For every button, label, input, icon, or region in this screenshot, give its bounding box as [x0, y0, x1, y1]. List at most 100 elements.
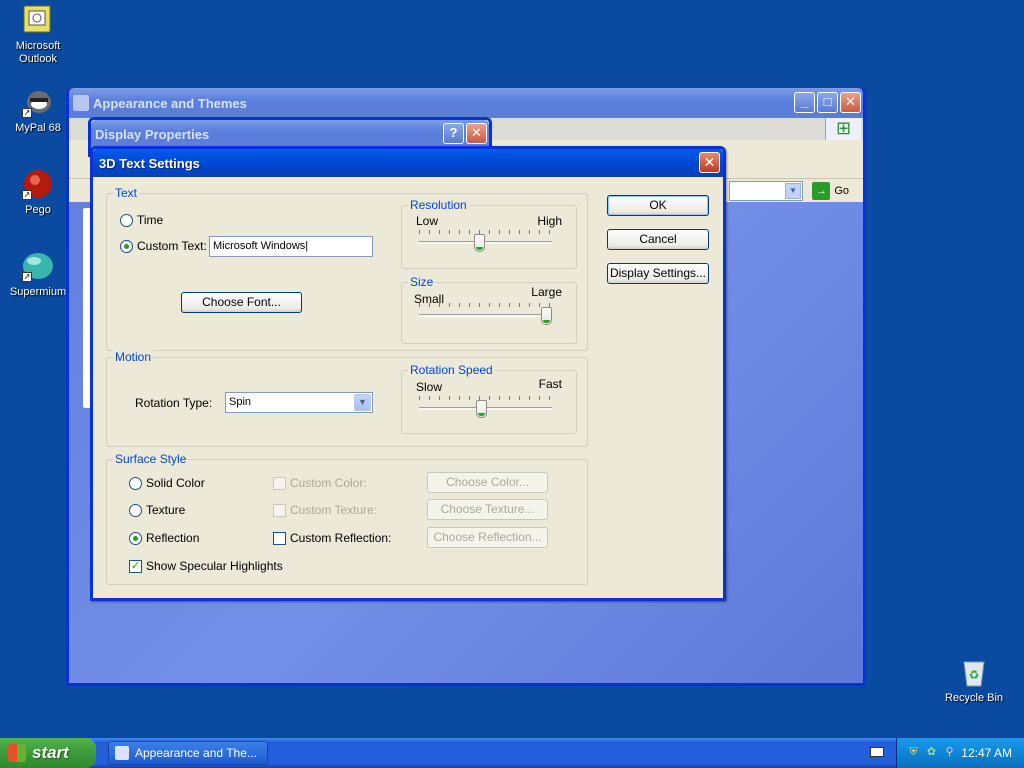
dialog-title: 3D Text Settings [99, 156, 200, 171]
motion-group-label: Motion [113, 350, 154, 364]
custom-text-value: Microsoft Windows [213, 240, 306, 252]
mypal-icon: ↗ [22, 86, 54, 118]
shortcut-arrow-icon: ↗ [22, 190, 32, 200]
choose-font-button[interactable]: Choose Font... [181, 292, 302, 313]
slider-ticks [419, 303, 552, 307]
supermium-icon: ↗ [22, 250, 54, 282]
start-button[interactable]: start [0, 738, 96, 768]
close-button[interactable]: ✕ [840, 92, 861, 113]
resolution-slider[interactable] [419, 230, 552, 254]
size-label: Size [408, 275, 436, 289]
radio-circle[interactable] [120, 239, 133, 253]
choose-texture-button[interactable]: Choose Texture... [427, 499, 548, 520]
resolution-group: Resolution Low High [401, 198, 577, 269]
taskbar: start Appearance and The... ⛨ ✿ ⚲ 12:47 … [0, 738, 1024, 768]
radio-circle[interactable] [129, 476, 142, 490]
dialog-titlebar[interactable]: 3D Text Settings ✕ [93, 149, 723, 177]
desktop-icon-recycle-bin[interactable]: ♻ Recycle Bin [936, 656, 1012, 705]
custom-text-input[interactable]: Microsoft Windows| [209, 236, 373, 257]
checkbox-box[interactable] [273, 476, 286, 490]
radio-circle[interactable] [129, 503, 142, 517]
custom-texture-label: Custom Texture: [290, 503, 378, 517]
checkbox-box[interactable] [273, 531, 286, 545]
slider-thumb[interactable] [476, 400, 487, 418]
resolution-max-label: High [537, 214, 562, 228]
time-radio[interactable]: Time [120, 213, 163, 227]
3d-text-settings-dialog[interactable]: 3D Text Settings ✕ Text Time Custom Text… [90, 146, 726, 601]
pego-icon: ↗ [22, 168, 54, 200]
custom-color-label: Custom Color: [290, 476, 367, 490]
windows-logo-icon [8, 744, 26, 762]
rotation-type-select[interactable]: Spin ▼ [225, 392, 373, 413]
choose-reflection-button[interactable]: Choose Reflection... [427, 527, 548, 548]
taskbar-item-label: Appearance and The... [135, 746, 257, 760]
resolution-label: Resolution [408, 198, 469, 212]
radio-circle[interactable] [120, 213, 133, 227]
taskbar-item-appearance-themes[interactable]: Appearance and The... [108, 741, 268, 765]
reflection-radio[interactable]: Reflection [129, 531, 199, 545]
desktop-icon-outlook[interactable]: Microsoft Outlook [0, 4, 76, 66]
go-arrow-icon: → [812, 182, 831, 200]
search-icon[interactable]: ⚲ [943, 746, 956, 759]
display-settings-button[interactable]: Display Settings... [607, 263, 709, 284]
speed-min-label: Slow [416, 380, 443, 394]
window-titlebar[interactable]: Display Properties ? ✕ [91, 120, 489, 148]
svg-text:♻: ♻ [969, 668, 980, 682]
desktop-icon-label: Supermium [9, 286, 67, 298]
show-specular-checkbox[interactable]: ✓ Show Specular Highlights [129, 559, 283, 573]
size-max-label: Large [531, 285, 562, 299]
rotation-speed-slider[interactable] [419, 396, 552, 420]
custom-reflection-checkbox[interactable]: Custom Reflection: [273, 531, 391, 545]
slider-thumb[interactable] [541, 307, 552, 325]
shortcut-arrow-icon: ↗ [22, 272, 32, 282]
radio-circle[interactable] [129, 531, 142, 545]
custom-reflection-label: Custom Reflection: [290, 531, 392, 545]
texture-label: Texture [146, 503, 186, 517]
size-slider[interactable] [419, 303, 552, 327]
checkbox-box[interactable]: ✓ [129, 559, 142, 573]
desktop-icon-label: Microsoft Outlook [15, 40, 61, 65]
windows-logo-icon: ⊞ [825, 118, 861, 140]
solid-color-label: Solid Color [146, 476, 205, 490]
desktop-icon-mypal[interactable]: ↗ MyPal 68 [0, 86, 76, 135]
window-title: Display Properties [95, 127, 210, 142]
rotation-type-label: Rotation Type: [135, 396, 213, 410]
desktop-icon-pego[interactable]: ↗ Pego [0, 168, 76, 217]
clock: 12:47 AM [961, 746, 1012, 760]
custom-text-radio[interactable]: Custom Text: [120, 239, 207, 253]
texture-radio[interactable]: Texture [129, 503, 185, 517]
resolution-min-label: Low [416, 214, 439, 228]
cancel-button[interactable]: Cancel [607, 229, 709, 250]
minimize-button[interactable]: _ [794, 92, 815, 113]
slider-ticks [419, 230, 552, 234]
checkbox-box[interactable] [273, 503, 286, 517]
go-button[interactable]: → Go [812, 182, 849, 200]
custom-texture-checkbox[interactable]: Custom Texture: [273, 503, 377, 517]
ok-button[interactable]: OK [607, 195, 709, 216]
security-shield-icon[interactable]: ⛨ [907, 746, 920, 759]
speed-max-label: Fast [538, 377, 562, 391]
address-dropdown-icon[interactable]: ▼ [785, 183, 801, 199]
desktop-icon-label: Recycle Bin [944, 692, 1004, 704]
keyboard-icon[interactable] [870, 747, 884, 757]
desktop-icon-supermium[interactable]: ↗ Supermium [0, 250, 76, 299]
solid-color-radio[interactable]: Solid Color [129, 476, 205, 490]
custom-color-checkbox[interactable]: Custom Color: [273, 476, 367, 490]
maximize-button[interactable]: □ [817, 92, 838, 113]
desktop-icon-label: Pego [25, 204, 51, 216]
chevron-down-icon[interactable]: ▼ [354, 394, 371, 411]
rotation-speed-label: Rotation Speed [408, 363, 495, 377]
window-titlebar[interactable]: Appearance and Themes _ □ ✕ [69, 88, 863, 118]
slider-thumb[interactable] [474, 234, 485, 252]
motion-group: Motion Rotation Type: Spin ▼ Rotation Sp… [106, 350, 588, 447]
desktop-icon-label: MyPal 68 [15, 122, 61, 134]
close-button[interactable]: ✕ [466, 123, 487, 144]
show-specular-label: Show Specular Highlights [146, 559, 283, 573]
close-button[interactable]: ✕ [699, 152, 720, 173]
folder-icon [115, 746, 129, 760]
help-button[interactable]: ? [443, 123, 464, 144]
network-icon[interactable]: ✿ [925, 746, 938, 759]
slider-track [419, 241, 552, 244]
choose-color-button[interactable]: Choose Color... [427, 472, 548, 493]
surface-style-group: Surface Style Solid Color Texture Reflec… [106, 452, 588, 585]
